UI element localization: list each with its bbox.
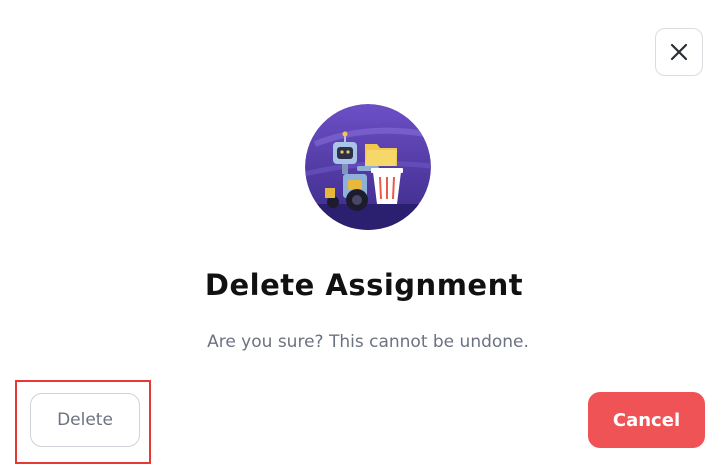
- close-button[interactable]: [655, 28, 703, 76]
- delete-assignment-dialog: Delete Assignment Are you sure? This can…: [0, 0, 728, 476]
- close-icon: [670, 43, 688, 61]
- robot-trash-illustration: [305, 104, 431, 230]
- dialog-message: Are you sure? This cannot be undone.: [207, 332, 529, 352]
- cancel-button[interactable]: Cancel: [588, 392, 705, 448]
- delete-button[interactable]: Delete: [30, 393, 140, 447]
- dialog-title: Delete Assignment: [204, 268, 524, 302]
